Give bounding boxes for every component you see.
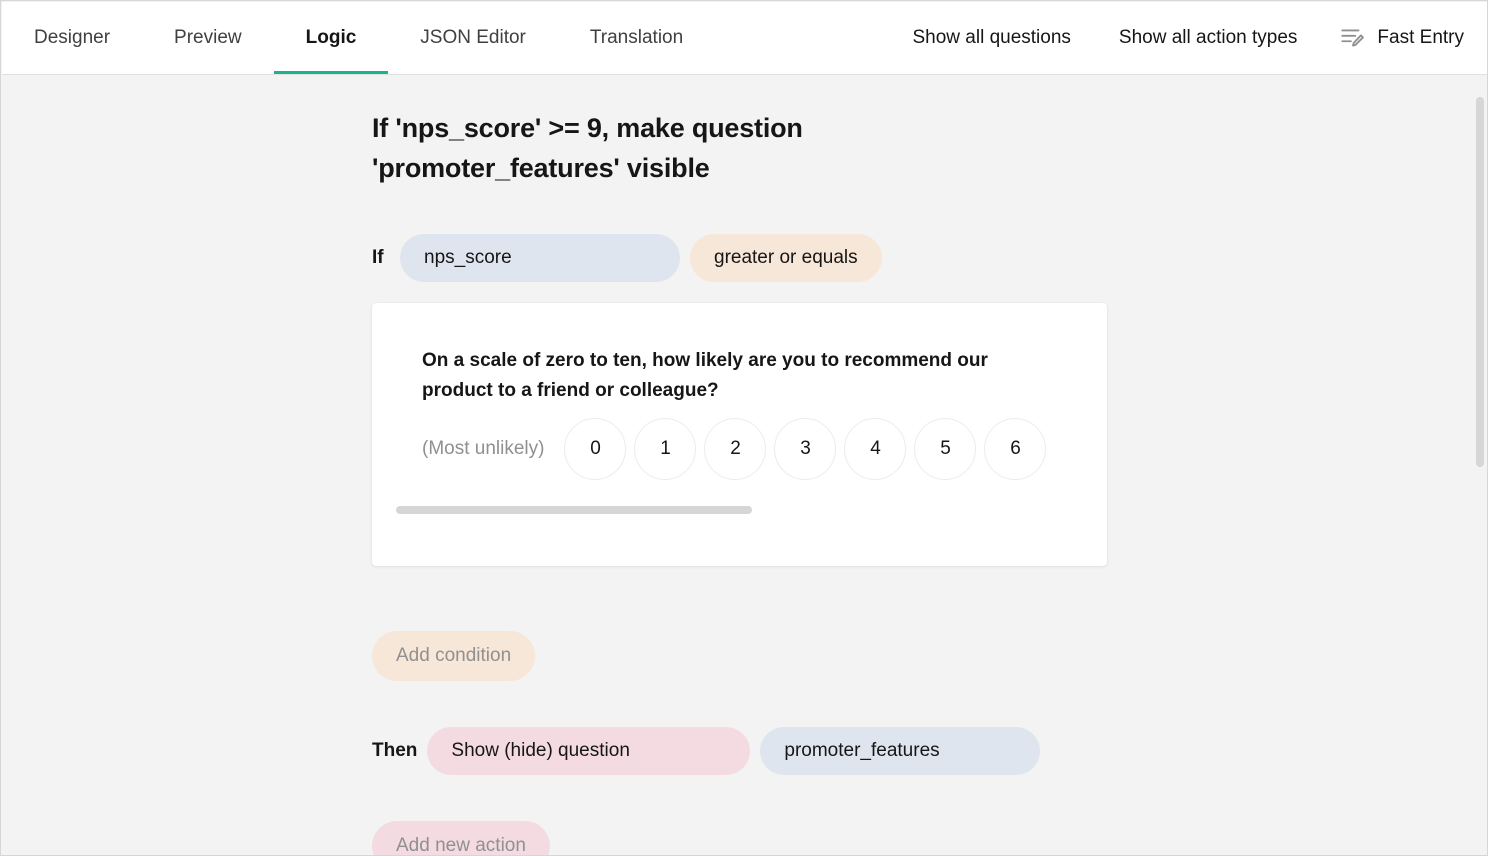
condition-question-value: nps_score <box>424 247 512 268</box>
rating-item-4[interactable]: 4 <box>844 418 907 480</box>
page-vertical-scrollbar-thumb[interactable] <box>1476 97 1484 467</box>
editor-tabs: Designer Preview Logic JSON Editor Trans… <box>2 2 715 74</box>
rating-item-0-label: 0 <box>590 438 601 459</box>
rating-item-6[interactable]: 6 <box>984 418 1047 480</box>
rating-item-5[interactable]: 5 <box>914 418 977 480</box>
show-all-questions-button[interactable]: Show all questions <box>888 2 1094 74</box>
rating-item-0[interactable]: 0 <box>564 418 627 480</box>
toolbar-actions: Show all questions Show all action types… <box>888 2 1464 74</box>
action-type-dropdown[interactable]: Show (hide) question <box>427 727 751 775</box>
action-target-value: promoter_features <box>784 740 940 761</box>
if-label: If <box>372 247 384 268</box>
list-edit-icon <box>1341 29 1365 47</box>
rating-item-3-label: 3 <box>800 438 811 459</box>
add-new-action-label: Add new action <box>396 835 526 856</box>
rating-item-5-label: 5 <box>940 438 951 459</box>
then-label: Then <box>372 740 418 761</box>
rating-min-label: (Most unlikely) <box>422 438 545 459</box>
condition-operator-dropdown[interactable]: greater or equals <box>690 234 882 282</box>
logic-rule-title: If 'nps_score' >= 9, make question 'prom… <box>372 113 803 183</box>
tab-preview-label: Preview <box>174 27 242 48</box>
fast-entry-label: Fast Entry <box>1377 27 1464 48</box>
tab-designer[interactable]: Designer <box>2 2 142 74</box>
tab-json-editor[interactable]: JSON Editor <box>388 2 558 74</box>
condition-question-dropdown[interactable]: nps_score <box>400 234 680 282</box>
action-type-value: Show (hide) question <box>451 740 630 761</box>
condition-value-editor-card: On a scale of zero to ten, how likely ar… <box>372 303 1107 566</box>
nps-rating-row: (Most unlikely) 0 1 2 3 4 5 6 <box>422 414 1107 484</box>
rating-item-1[interactable]: 1 <box>634 418 697 480</box>
tab-designer-label: Designer <box>34 27 111 48</box>
logic-rule-panel: If 'nps_score' >= 9, make question 'prom… <box>372 75 1107 856</box>
logic-editor-body: If 'nps_score' >= 9, make question 'prom… <box>2 75 1487 856</box>
rating-item-3[interactable]: 3 <box>774 418 837 480</box>
rating-item-2-label: 2 <box>730 438 741 459</box>
rating-item-4-label: 4 <box>870 438 881 459</box>
rating-horizontal-scrollbar-thumb[interactable] <box>396 506 752 514</box>
add-condition-row: Add condition <box>372 631 1107 681</box>
rating-horizontal-scrollbar[interactable] <box>396 506 1056 514</box>
add-condition-button[interactable]: Add condition <box>372 631 536 681</box>
tab-json-editor-label: JSON Editor <box>420 27 526 48</box>
action-row: Then Show (hide) question promoter_featu… <box>372 727 1107 775</box>
tab-translation[interactable]: Translation <box>558 2 715 74</box>
fast-entry-button[interactable]: Fast Entry <box>1321 2 1464 74</box>
add-new-action-button[interactable]: Add new action <box>372 821 550 856</box>
page-vertical-scrollbar[interactable] <box>1476 79 1484 851</box>
show-all-action-types-button[interactable]: Show all action types <box>1095 2 1322 74</box>
rating-scroll-viewport: (Most unlikely) 0 1 2 3 4 5 6 <box>422 414 1107 489</box>
rating-item-1-label: 1 <box>660 438 671 459</box>
add-action-row: Add new action <box>372 821 1107 856</box>
condition-operator-value: greater or equals <box>714 247 858 268</box>
tab-preview[interactable]: Preview <box>142 2 274 74</box>
add-condition-label: Add condition <box>396 645 512 666</box>
tab-translation-label: Translation <box>589 27 684 48</box>
condition-row: If nps_score greater or equals <box>372 234 1107 282</box>
tab-logic-label: Logic <box>305 27 357 48</box>
show-all-action-types-label: Show all action types <box>1118 27 1298 48</box>
rating-item-2[interactable]: 2 <box>704 418 767 480</box>
show-all-questions-label: Show all questions <box>912 27 1071 48</box>
action-target-dropdown[interactable]: promoter_features <box>760 727 1041 775</box>
rating-item-6-label: 6 <box>1010 438 1021 459</box>
top-tab-bar: Designer Preview Logic JSON Editor Trans… <box>2 2 1487 75</box>
survey-creator-window: Designer Preview Logic JSON Editor Trans… <box>0 0 1488 856</box>
nps-question-title: On a scale of zero to ten, how likely ar… <box>422 350 988 401</box>
tab-logic[interactable]: Logic <box>273 2 389 74</box>
